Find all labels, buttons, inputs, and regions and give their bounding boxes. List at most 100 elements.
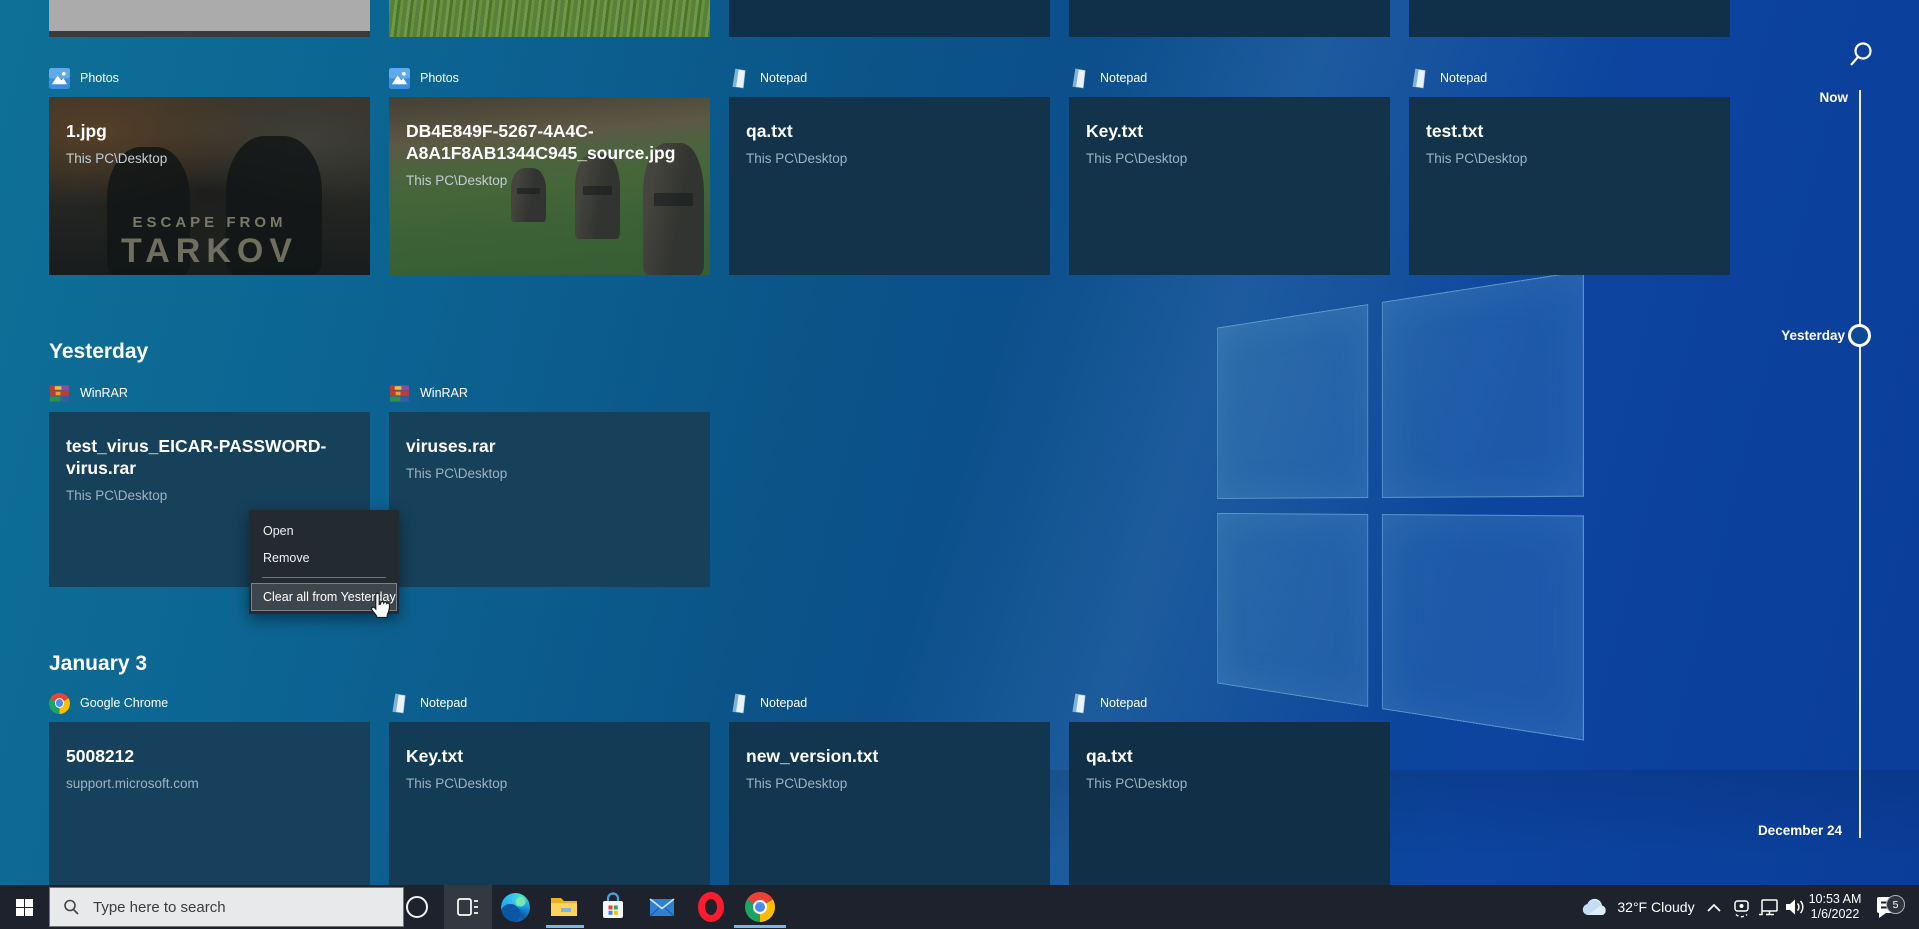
activity-card-partial[interactable] [49, 0, 370, 37]
search-input[interactable] [91, 898, 345, 917]
file-explorer-icon [549, 892, 579, 922]
timeline-label-yesterday[interactable]: Yesterday [1781, 328, 1845, 343]
notepad-app-icon [1069, 68, 1090, 89]
tray-network-button[interactable] [1756, 885, 1782, 929]
activity-card-partial[interactable] [1409, 0, 1730, 37]
context-menu-separator [262, 577, 386, 578]
cortana-button[interactable] [393, 885, 441, 929]
taskbar-app-chrome[interactable] [736, 885, 784, 929]
card-location: This PC\Desktop [66, 151, 353, 166]
app-label: Notepad [1100, 696, 1147, 710]
edge-icon [501, 893, 530, 922]
card-title: qa.txt [746, 120, 1033, 142]
card-title: Key.txt [1086, 120, 1373, 142]
app-label: Notepad [1440, 71, 1487, 85]
card-location: This PC\Desktop [1426, 151, 1713, 166]
photos-app-icon [389, 68, 410, 89]
card-title: test_virus_EICAR-PASSWORD-virus.rar [66, 435, 353, 479]
notepad-app-icon [1069, 693, 1090, 714]
windows-logo-pane [1382, 270, 1584, 497]
activity-card-body[interactable]: 5008212 support.microsoft.com [49, 722, 370, 888]
app-label: Notepad [760, 696, 807, 710]
card-location: This PC\Desktop [406, 466, 693, 481]
card-title: viruses.rar [406, 435, 693, 457]
windows-start-icon [16, 899, 33, 916]
microsoft-store-icon [598, 892, 628, 922]
context-menu-item-open[interactable]: Open [249, 517, 399, 544]
clock-time: 10:53 AM [1809, 892, 1862, 907]
action-center-button[interactable]: 5 [1868, 885, 1908, 929]
weather-text: 32°F Cloudy [1617, 899, 1694, 915]
app-label: WinRAR [80, 386, 128, 400]
activity-card-body[interactable]: DB4E849F-5267-4A4C-A8A1F8AB1344C945_sour… [389, 97, 710, 275]
activity-card: Photos ESCAPE FROM TARKOV 1.jpg This PC\… [49, 66, 370, 275]
activity-card-body[interactable]: ESCAPE FROM TARKOV 1.jpg This PC\Desktop [49, 97, 370, 275]
timeline-track[interactable] [1859, 90, 1861, 838]
tray-meet-now-button[interactable] [1729, 885, 1755, 929]
timeline-label-now[interactable]: Now [1820, 90, 1849, 105]
activity-card-body[interactable]: new_version.txt This PC\Desktop [729, 722, 1050, 888]
card-title: Key.txt [406, 745, 693, 767]
card-location: This PC\Desktop [746, 151, 1033, 166]
windows-logo-pane [1217, 304, 1368, 498]
app-label: Notepad [760, 71, 807, 85]
clock-date: 1/6/2022 [1811, 907, 1860, 922]
card-title: DB4E849F-5267-4A4C-A8A1F8AB1344C945_sour… [406, 120, 693, 164]
activity-card-body[interactable]: test.txt This PC\Desktop [1409, 97, 1730, 275]
camera-device-icon [1732, 897, 1753, 918]
tray-weather-button[interactable]: 32°F Cloudy [1576, 885, 1700, 929]
timeline-label-december-24[interactable]: December 24 [1758, 823, 1842, 838]
app-label: Google Chrome [80, 696, 168, 710]
activity-card-body[interactable]: viruses.rar This PC\Desktop [389, 412, 710, 587]
card-title: qa.txt [1086, 745, 1373, 767]
mail-icon [647, 892, 677, 922]
taskbar-search-box[interactable] [49, 887, 404, 927]
start-button[interactable] [0, 885, 48, 929]
card-location: This PC\Desktop [406, 776, 693, 791]
activity-card: Notepad Key.txt This PC\Desktop [389, 691, 710, 888]
task-view-button[interactable] [444, 885, 492, 929]
chrome-app-icon [49, 693, 70, 714]
activity-card-body[interactable]: qa.txt This PC\Desktop [729, 97, 1050, 275]
activity-card: Notepad qa.txt This PC\Desktop [1069, 691, 1390, 888]
timeline-search-icon[interactable] [1845, 39, 1877, 71]
card-location: This PC\Desktop [406, 173, 693, 188]
taskbar-app-store[interactable] [589, 885, 637, 929]
context-menu-item-remove[interactable]: Remove [249, 544, 399, 571]
photos-app-icon [49, 68, 70, 89]
open-app-indicator-file-explorer [546, 925, 584, 928]
tray-show-hidden-icons-button[interactable] [1701, 885, 1727, 929]
activity-card-body[interactable]: qa.txt This PC\Desktop [1069, 722, 1390, 888]
section-header-yesterday: Yesterday [49, 340, 148, 364]
activity-card: Notepad Key.txt This PC\Desktop [1069, 66, 1390, 275]
taskbar-app-opera[interactable] [687, 885, 735, 929]
app-label: Notepad [420, 696, 467, 710]
search-icon [62, 898, 80, 916]
taskbar-app-mail[interactable] [638, 885, 686, 929]
activity-card-partial[interactable] [1069, 0, 1390, 37]
tray-clock[interactable]: 10:53 AM 1/6/2022 [1804, 885, 1866, 929]
notepad-app-icon [729, 693, 750, 714]
notification-count-badge: 5 [1886, 895, 1905, 914]
taskbar-app-file-explorer[interactable] [540, 885, 588, 929]
taskbar-app-edge[interactable] [491, 885, 539, 929]
task-view-screen: Photos ESCAPE FROM TARKOV 1.jpg This PC\… [0, 0, 1919, 929]
activity-card-partial[interactable] [729, 0, 1050, 37]
activity-card-body[interactable]: Key.txt This PC\Desktop [1069, 97, 1390, 275]
activity-card: Photos DB4E849F-5267-4A4C-A8A1F8AB1344C9… [389, 66, 710, 275]
winrar-app-icon [49, 383, 70, 404]
activity-card-body[interactable]: Key.txt This PC\Desktop [389, 722, 710, 888]
card-title: 1.jpg [66, 120, 353, 142]
app-label: Photos [420, 71, 459, 85]
card-location: This PC\Desktop [1086, 776, 1373, 791]
windows-logo-pane [1382, 514, 1584, 741]
timeline-position-marker[interactable] [1848, 324, 1871, 347]
weather-cloud-icon [1581, 897, 1609, 917]
activity-card: Notepad qa.txt This PC\Desktop [729, 66, 1050, 275]
context-menu-item-clear-all[interactable]: Clear all from Yesterday [251, 583, 397, 611]
windows-logo-pane [1217, 513, 1368, 707]
context-menu: Open Remove Clear all from Yesterday [249, 510, 399, 614]
app-label: Notepad [1100, 71, 1147, 85]
activity-card-partial[interactable] [389, 0, 710, 37]
notepad-app-icon [1409, 68, 1430, 89]
